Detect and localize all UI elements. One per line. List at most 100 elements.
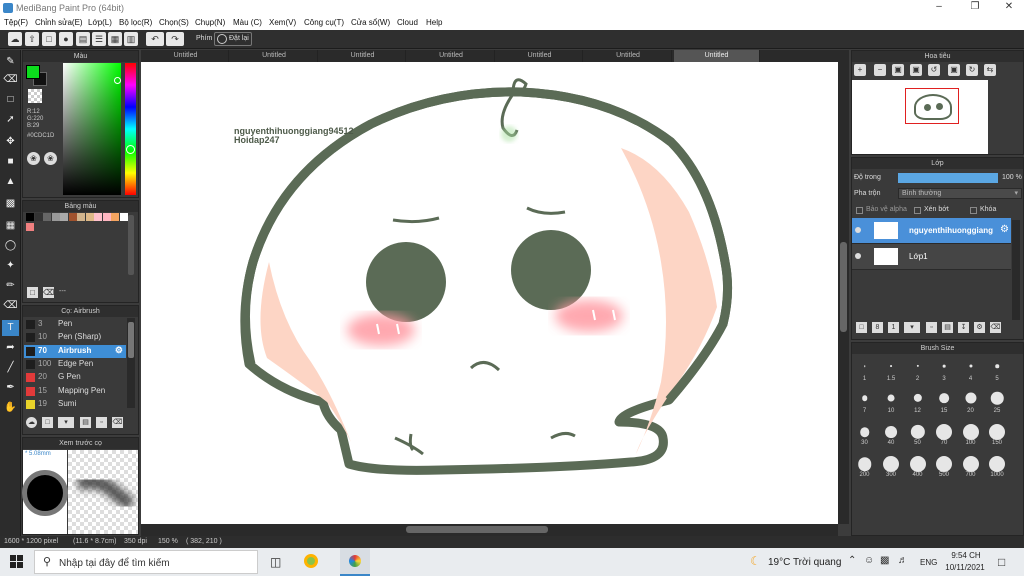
brush-size-option[interactable]: 150: [985, 420, 1010, 446]
brush-size-option[interactable]: 40: [879, 420, 904, 446]
clock-date[interactable]: 10/11/2021: [940, 563, 990, 572]
zoom-out-icon[interactable]: −: [874, 64, 886, 76]
brush-size-option[interactable]: 2: [905, 356, 930, 382]
brush-size-option[interactable]: 3: [932, 356, 957, 382]
add-layer-menu-icon[interactable]: ▾: [904, 322, 920, 333]
drawing-canvas[interactable]: nguyenthihuonggiang94512 Hoidap247: [141, 62, 838, 524]
maximize-icon[interactable]: ❐: [960, 1, 990, 15]
brush-size-option[interactable]: 500: [932, 452, 957, 478]
battery-icon[interactable]: ▩: [880, 555, 889, 566]
palette-swatch[interactable]: [34, 213, 43, 221]
palette-swatch[interactable]: [60, 213, 68, 221]
select-pen-icon[interactable]: ✏: [2, 278, 19, 294]
delete-layer-icon[interactable]: ⌫: [990, 322, 1001, 333]
actual-size-icon[interactable]: ▣: [910, 64, 922, 76]
brush-size-option[interactable]: 15: [932, 388, 957, 414]
layer-row[interactable]: nguyenthihuonggiang ⚙: [852, 218, 1011, 244]
menu-cloud[interactable]: Cloud: [397, 18, 418, 27]
palette-swatch[interactable]: [51, 213, 60, 221]
brush-size-option[interactable]: 300: [879, 452, 904, 478]
eraser-tool-icon[interactable]: ⌫: [2, 72, 19, 88]
rectangle-tool-icon[interactable]: □: [2, 92, 19, 108]
close-icon[interactable]: ✕: [994, 1, 1024, 15]
color-settings-icon[interactable]: ❀: [44, 152, 57, 165]
new-brush-icon[interactable]: □: [42, 417, 53, 428]
hue-slider[interactable]: [125, 63, 136, 195]
zoom-in-icon[interactable]: +: [854, 64, 866, 76]
menu-tools[interactable]: Công cụ(T): [304, 18, 344, 27]
clipping-checkbox[interactable]: [914, 207, 921, 214]
brush-size-option[interactable]: 70: [932, 420, 957, 446]
brush-item[interactable]: 10 Pen (Sharp): [24, 331, 126, 344]
lasso-tool-icon[interactable]: ◯: [2, 238, 19, 254]
clock-time[interactable]: 9:54 CH: [946, 551, 986, 560]
brush-size-option[interactable]: 7: [852, 388, 877, 414]
brush-item[interactable]: 15 Mapping Pen: [24, 385, 126, 398]
text-tool-icon[interactable]: T: [2, 320, 19, 336]
document-tab[interactable]: Untitled: [143, 50, 229, 62]
palette-swatch[interactable]: [26, 223, 34, 231]
brush-size-option[interactable]: 700: [958, 452, 983, 478]
blend-mode-select[interactable]: Bình thường ▾: [898, 188, 1022, 199]
brush-size-option[interactable]: 25: [985, 388, 1010, 414]
undo-icon[interactable]: ↶: [146, 32, 164, 46]
palette-swatch[interactable]: [102, 213, 111, 221]
reset-rotation-icon[interactable]: ▣: [948, 64, 960, 76]
brush-size-option[interactable]: 30: [852, 420, 877, 446]
navigator-preview[interactable]: [852, 80, 988, 154]
palette-swatch[interactable]: [111, 213, 119, 221]
brush-scroll-thumb[interactable]: [128, 322, 134, 358]
brush-size-option[interactable]: 4: [958, 356, 983, 382]
bucket-tool-icon[interactable]: ▲: [2, 174, 19, 190]
weather-text[interactable]: 19°C Trời quang: [768, 557, 841, 568]
merge-layer-icon[interactable]: ↧: [958, 322, 969, 333]
document-tab[interactable]: Untitled: [320, 50, 406, 62]
fit-icon[interactable]: ▣: [892, 64, 904, 76]
upload-icon[interactable]: ⇧: [25, 32, 39, 46]
document-tab[interactable]: Untitled: [232, 50, 318, 62]
menu-help[interactable]: Help: [426, 18, 442, 27]
brush-size-option[interactable]: 1: [852, 356, 877, 382]
cloud-icon[interactable]: ☁: [8, 32, 22, 46]
brush-item[interactable]: 20 G Pen: [24, 371, 126, 384]
list-icon[interactable]: ☰: [92, 32, 106, 46]
menu-capture[interactable]: Chụp(N): [195, 18, 225, 27]
divide-tool-icon[interactable]: ╱: [2, 360, 19, 376]
redo-icon[interactable]: ↷: [166, 32, 184, 46]
brush-tool-icon[interactable]: ✎: [2, 54, 19, 70]
layer-scrollbar[interactable]: [1012, 220, 1020, 320]
brush-size-option[interactable]: 12: [905, 388, 930, 414]
brush-size-option[interactable]: 1.5: [879, 356, 904, 382]
hue-cursor[interactable]: [126, 145, 135, 154]
medibang-taskbar-button[interactable]: [340, 548, 370, 576]
page-icon[interactable]: ▤: [76, 32, 90, 46]
line-tool-icon[interactable]: ➚: [2, 112, 19, 128]
notification-icon[interactable]: □: [998, 555, 1005, 569]
color-wheel-icon[interactable]: ❀: [27, 152, 40, 165]
hand-tool-icon[interactable]: ✋: [2, 400, 19, 416]
brush-item[interactable]: 19 Sumi: [24, 398, 126, 411]
menu-view[interactable]: Xem(V): [269, 18, 296, 27]
rotate-right-icon[interactable]: ↻: [966, 64, 978, 76]
document-tab[interactable]: Untitled: [586, 50, 672, 62]
windows-start-icon[interactable]: [10, 555, 24, 569]
eyedropper-icon[interactable]: ✒: [2, 380, 19, 396]
input-language[interactable]: ENG: [920, 558, 937, 567]
duplicate-layer-icon[interactable]: ▤: [942, 322, 953, 333]
palette-swatch[interactable]: [68, 213, 77, 221]
copy-brush-icon[interactable]: ▤: [80, 417, 91, 428]
brush-cloud-icon[interactable]: ☁: [26, 417, 37, 428]
menu-layer[interactable]: Lớp(L): [88, 18, 112, 27]
palette-swatch[interactable]: [43, 213, 51, 221]
brush-size-option[interactable]: 1000: [985, 452, 1010, 478]
flip-icon[interactable]: ⇆: [984, 64, 996, 76]
brush-item[interactable]: 100 Edge Pen: [24, 358, 126, 371]
document-tab[interactable]: Untitled: [497, 50, 583, 62]
new-8bit-layer-icon[interactable]: 8: [872, 322, 883, 333]
task-view-icon[interactable]: ◫: [270, 555, 281, 569]
brush-item[interactable]: 3 Pen: [24, 318, 126, 331]
chat-icon[interactable]: □: [42, 32, 56, 46]
document-tab[interactable]: Untitled: [409, 50, 495, 62]
menu-file[interactable]: Tệp(F): [4, 18, 28, 27]
layer-settings-gear-icon[interactable]: ⚙: [1000, 224, 1009, 235]
